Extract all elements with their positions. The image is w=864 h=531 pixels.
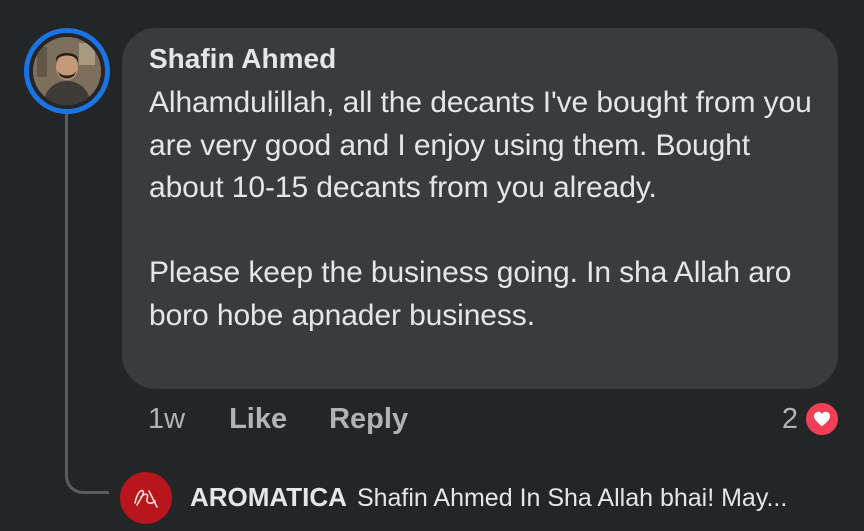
reply-preview-text: Shafin Ahmed In Sha Allah bhai! May... <box>356 484 788 512</box>
heart-icon <box>804 401 840 437</box>
aromatica-logo-icon <box>134 489 158 508</box>
comment-thread: Shafin Ahmed Alhamdulillah, all the deca… <box>0 0 864 531</box>
avatar-story-ring[interactable] <box>24 28 110 114</box>
thread-connector-line <box>65 112 109 494</box>
comment-author-name[interactable]: Shafin Ahmed <box>149 42 812 76</box>
comment-timestamp[interactable]: 1w <box>148 403 185 436</box>
comment-paragraph: Please keep the business going. In sha A… <box>149 256 792 332</box>
reaction-count: 2 <box>781 402 798 435</box>
comment-bubble: Shafin Ahmed Alhamdulillah, all the deca… <box>122 28 838 389</box>
avatar[interactable] <box>33 37 101 105</box>
reaction-summary[interactable]: 2 <box>782 399 840 439</box>
reply-button[interactable]: Reply <box>329 403 408 436</box>
like-button[interactable]: Like <box>229 403 287 436</box>
comment-paragraph: Alhamdulillah, all the decants I've boug… <box>149 86 812 204</box>
reply-avatar[interactable] <box>120 472 172 524</box>
reply-preview[interactable]: AROMATICA Shafin Ahmed In Sha Allah bhai!… <box>190 478 840 517</box>
comment-body: Alhamdulillah, all the decants I've boug… <box>149 82 812 337</box>
comment-actions: 1w Like Reply <box>148 399 450 439</box>
person-photo-icon <box>33 37 101 105</box>
reply-author-name[interactable]: AROMATICA <box>190 482 347 512</box>
